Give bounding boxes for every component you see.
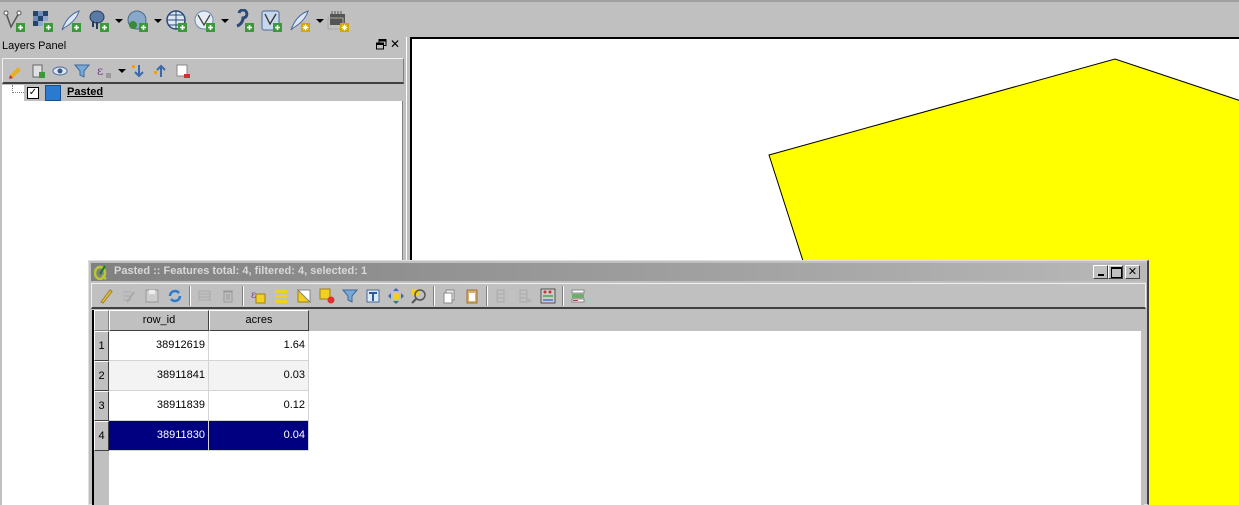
add-group-icon[interactable] [29, 62, 47, 80]
grid-border [1141, 310, 1144, 505]
attribute-grid: row_id acres 1 38912619 1.64 2 38911841 … [92, 310, 1144, 505]
expand-all-icon[interactable] [130, 62, 148, 80]
add-virtual-layer-icon[interactable] [259, 7, 285, 35]
close-button[interactable]: ✕ [1125, 265, 1140, 279]
style-manager-icon[interactable] [7, 62, 25, 80]
cell-acres[interactable]: 0.04 [209, 421, 309, 451]
field-calculator-icon[interactable] [539, 287, 557, 305]
layer-name[interactable]: Pasted [67, 86, 103, 98]
svg-text:ε: ε [251, 290, 256, 301]
cell-row-id[interactable]: 38911839 [109, 391, 209, 421]
select-all-icon[interactable] [272, 287, 290, 305]
row-header[interactable]: 3 [94, 391, 109, 421]
visibility-icon[interactable] [51, 62, 69, 80]
copy-icon[interactable] [440, 287, 458, 305]
maximize-button[interactable] [1108, 265, 1123, 279]
row-header[interactable]: 1 [94, 331, 109, 361]
cell-acres[interactable]: 0.12 [209, 391, 309, 421]
move-selection-top-icon[interactable] [364, 287, 382, 305]
delete-field-icon[interactable] [516, 287, 534, 305]
remove-layer-icon[interactable] [174, 62, 192, 80]
data-source-toolbar [0, 0, 1239, 39]
wms-dropdown-arrow[interactable] [153, 7, 162, 35]
attribute-table-window: Pasted :: Features total: 4, filtered: 4… [88, 260, 1149, 505]
cell-row-id[interactable]: 38912619 [109, 331, 209, 361]
layer-item-pasted[interactable]: ✓ Pasted [24, 85, 403, 101]
attribute-table-titlebar[interactable]: Pasted :: Features total: 4, filtered: 4… [91, 263, 1146, 281]
minimize-button[interactable] [1093, 265, 1108, 279]
add-postgis-layer-icon[interactable] [86, 7, 112, 35]
filter-expression-icon[interactable]: ε [95, 62, 113, 80]
layers-panel-title: Layers Panel [2, 40, 67, 52]
toggle-multiedit-icon[interactable] [120, 287, 138, 305]
add-wfs-layer-icon[interactable] [192, 7, 218, 35]
attribute-table-title: Pasted :: Features total: 4, filtered: 4… [114, 265, 368, 277]
pan-to-selection-icon[interactable] [387, 287, 405, 305]
filter-dropdown-arrow[interactable] [117, 62, 126, 80]
toolbar-separator [433, 285, 435, 306]
toolbar-separator [486, 285, 488, 306]
layers-panel-toolbar: ε [2, 58, 404, 84]
add-feature-icon[interactable] [196, 287, 214, 305]
tree-branch-line [12, 85, 24, 93]
cell-acres[interactable]: 0.03 [209, 361, 309, 391]
add-wcs-layer-icon[interactable] [164, 7, 190, 35]
new-layer-dropdown-arrow[interactable] [315, 7, 324, 35]
select-by-expression-icon[interactable]: ε [249, 287, 267, 305]
add-delimited-text-layer-icon[interactable] [231, 7, 257, 35]
collapse-all-icon[interactable] [152, 62, 170, 80]
new-spatialite-layer-icon[interactable] [287, 7, 313, 35]
toolbar-separator [562, 285, 564, 306]
new-memory-layer-icon[interactable] [326, 7, 352, 35]
toolbar-separator [189, 285, 191, 306]
delete-feature-icon[interactable] [219, 287, 237, 305]
row-header[interactable]: 2 [94, 361, 109, 391]
column-header-row-id[interactable]: row_id [109, 310, 209, 331]
attribute-table-toolbar: ε [91, 283, 1146, 309]
invert-selection-icon[interactable] [295, 287, 313, 305]
layer-visibility-checkbox[interactable]: ✓ [27, 87, 39, 99]
svg-text:ε: ε [97, 64, 103, 78]
cell-row-id[interactable]: 38911841 [109, 361, 209, 391]
add-vector-layer-icon[interactable] [2, 7, 28, 35]
qgis-window: Layers Panel ✕ ε ✓ Pasted Pasted:: Feat… [0, 0, 1239, 505]
toggle-editing-icon[interactable] [97, 287, 115, 305]
new-field-icon[interactable] [493, 287, 511, 305]
wfs-dropdown-arrow[interactable] [220, 7, 229, 35]
add-raster-layer-icon[interactable] [30, 7, 56, 35]
add-wms-layer-icon[interactable] [125, 7, 151, 35]
cell-row-id[interactable]: 38911830 [109, 421, 209, 451]
cell-acres[interactable]: 1.64 [209, 331, 309, 361]
paste-icon[interactable] [463, 287, 481, 305]
filter-legend-icon[interactable] [73, 62, 91, 80]
grid-header: row_id acres [94, 310, 1144, 331]
row-header[interactable]: 4 [94, 421, 109, 451]
reload-icon[interactable] [166, 287, 184, 305]
zoom-to-selection-icon[interactable] [410, 287, 428, 305]
qgis-logo-icon [93, 264, 108, 281]
float-icon[interactable] [376, 39, 387, 50]
add-spatialite-layer-icon[interactable] [58, 7, 84, 35]
deselect-all-icon[interactable] [318, 287, 336, 305]
filter-select-icon[interactable] [341, 287, 359, 305]
conditional-formatting-icon[interactable] [569, 287, 587, 305]
toolbar-separator [242, 285, 244, 306]
column-header-acres[interactable]: acres [209, 310, 309, 331]
select-all-corner[interactable] [94, 310, 109, 331]
row-header-filler [94, 451, 109, 505]
layer-symbol-swatch [45, 85, 61, 101]
close-icon[interactable]: ✕ [390, 37, 400, 51]
postgis-dropdown-arrow[interactable] [114, 7, 123, 35]
save-edits-icon[interactable] [143, 287, 161, 305]
